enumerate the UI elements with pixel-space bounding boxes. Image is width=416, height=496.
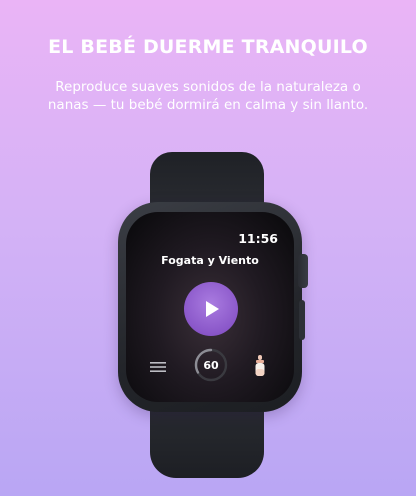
hamburger-menu-icon[interactable] [150,361,166,373]
promo-subtitle: Reproduce suaves sonidos de la naturalez… [47,79,369,113]
baby-bottle-icon[interactable] [254,355,266,377]
watch-screen: 11:56 Fogata y Viento 60 [126,212,294,402]
timer-value: 60 [203,358,219,372]
play-button[interactable] [184,282,238,336]
digital-crown [298,254,308,288]
promo-headline: EL BEBÉ DUERME TRANQUILO [48,36,368,58]
track-title: Fogata y Viento [161,254,259,267]
clock-time: 11:56 [238,231,278,246]
side-button [299,300,305,340]
play-icon [206,301,219,317]
